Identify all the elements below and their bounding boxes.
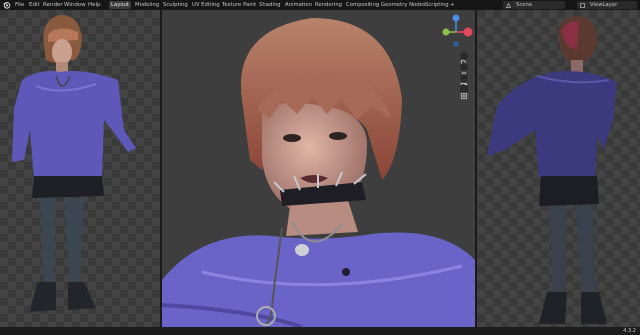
scene-label: Scene: [516, 2, 533, 8]
add-workspace-button[interactable]: +: [448, 1, 456, 9]
top-bar: File Edit Render Window Help Layout Mode…: [0, 0, 640, 10]
menu-render[interactable]: Render: [43, 0, 63, 10]
tab-scripting[interactable]: Scripting: [423, 1, 451, 9]
viewport-left[interactable]: [0, 10, 160, 327]
tab-layout[interactable]: Layout: [109, 1, 132, 9]
character-back-render: [487, 16, 617, 324]
version-label: 4.3.2: [623, 328, 636, 334]
menu-help[interactable]: Help: [88, 0, 101, 10]
menu-edit[interactable]: Edit: [29, 0, 40, 10]
tab-uv-editing[interactable]: UV Editing: [190, 1, 222, 9]
menu-file[interactable]: File: [15, 0, 24, 10]
tab-animation[interactable]: Animation: [283, 1, 314, 9]
viewport-right[interactable]: [477, 10, 640, 327]
zoom-icon[interactable]: [460, 52, 468, 67]
menu-window[interactable]: Window: [64, 0, 86, 10]
viewport-center[interactable]: [162, 10, 475, 327]
view-layer-label: ViewLayer: [590, 2, 618, 8]
tab-sculpting[interactable]: Sculpting: [161, 1, 190, 9]
ortho-grid-icon[interactable]: [460, 85, 468, 100]
view-layer-icon: [580, 2, 585, 8]
tab-texture-paint[interactable]: Texture Paint: [220, 1, 258, 9]
navigation-gizmo[interactable]: [438, 14, 474, 50]
axis-gizmo-icon: [442, 14, 473, 47]
tab-compositing[interactable]: Compositing: [344, 1, 381, 9]
tab-shading[interactable]: Shading: [257, 1, 283, 9]
tab-rendering[interactable]: Rendering: [313, 1, 344, 9]
scene-selector[interactable]: Scene: [503, 1, 565, 9]
blender-logo-icon[interactable]: [3, 1, 11, 9]
scene-icon: [506, 2, 511, 8]
pan-hand-icon[interactable]: [460, 63, 468, 77]
status-bar: 4.3.2: [0, 327, 640, 335]
tab-modeling[interactable]: Modeling: [133, 1, 161, 9]
camera-view-icon[interactable]: [460, 74, 468, 87]
tab-geometry-nodes[interactable]: Geometry Nodes: [379, 1, 428, 9]
character-closeup-render: [162, 18, 475, 327]
view-layer-selector[interactable]: ViewLayer: [577, 1, 637, 9]
character-front-render: [12, 14, 136, 312]
